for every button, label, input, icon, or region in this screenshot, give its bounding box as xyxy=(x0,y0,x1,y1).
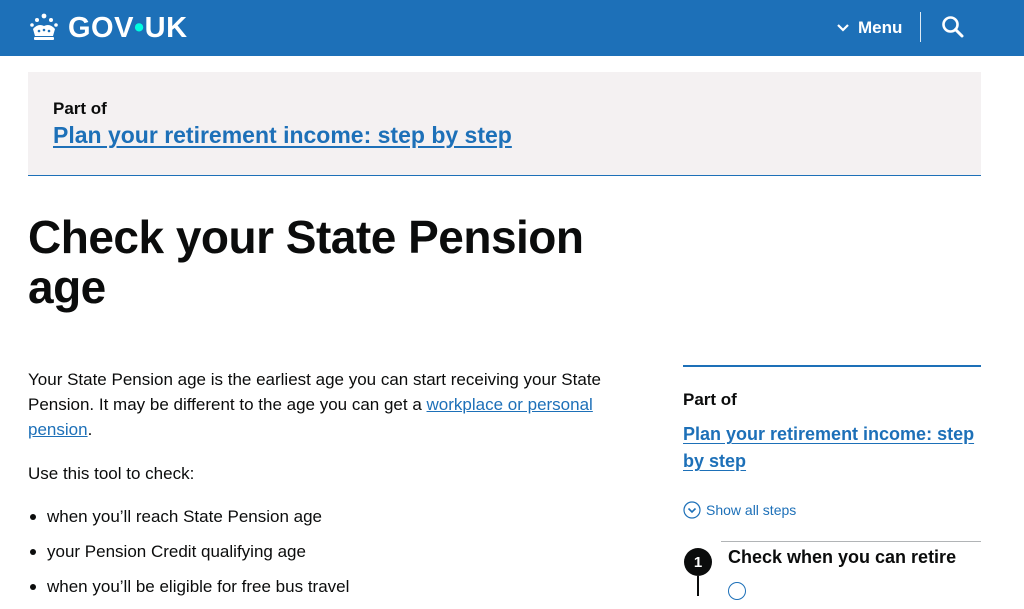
step-nav-header: Part of Plan your retirement income: ste… xyxy=(28,72,981,176)
show-all-steps-button[interactable]: Show all steps xyxy=(683,501,796,519)
part-of-label: Part of xyxy=(53,99,107,118)
intro-paragraph: Your State Pension age is the earliest a… xyxy=(28,367,648,442)
menu-button[interactable]: Menu xyxy=(836,16,902,40)
list-item: when you’ll reach State Pension age xyxy=(28,504,349,529)
step-number-badge: 1 xyxy=(684,548,712,576)
use-tool-text: Use this tool to check: xyxy=(28,464,195,483)
crown-icon xyxy=(30,13,58,40)
step-connector-line xyxy=(697,576,699,596)
govuk-logo-link[interactable]: GOV•UK xyxy=(28,8,188,48)
chevron-circle-down-icon xyxy=(683,501,701,519)
list-item: your Pension Credit qualifying age xyxy=(28,539,349,564)
step-item[interactable]: 1 Check when you can retire xyxy=(683,546,981,600)
govuk-logo-text: GOV•UK xyxy=(68,11,188,44)
site-header: GOV•UK Menu xyxy=(0,0,1024,56)
step-divider xyxy=(721,541,981,542)
menu-label: Menu xyxy=(858,18,903,37)
tool-uses-list: when you’ll reach State Pension age your… xyxy=(28,504,349,609)
search-icon[interactable] xyxy=(940,14,966,40)
chevron-down-icon xyxy=(837,24,849,32)
sidebar-step-by-step-link[interactable]: Plan your retirement income: step by ste… xyxy=(683,421,981,475)
step-by-step-link[interactable]: Plan your retirement income: step by ste… xyxy=(53,122,512,149)
show-all-steps-label: Show all steps xyxy=(706,502,797,518)
step-expand-icon xyxy=(728,582,746,600)
sidebar-top-rule xyxy=(683,365,981,367)
page-title: Check your State Pension age xyxy=(28,211,584,313)
step-title[interactable]: Check when you can retire xyxy=(728,547,956,568)
header-divider xyxy=(920,12,921,42)
sidebar-part-of-label: Part of xyxy=(683,390,737,409)
intro-end: . xyxy=(87,420,93,439)
